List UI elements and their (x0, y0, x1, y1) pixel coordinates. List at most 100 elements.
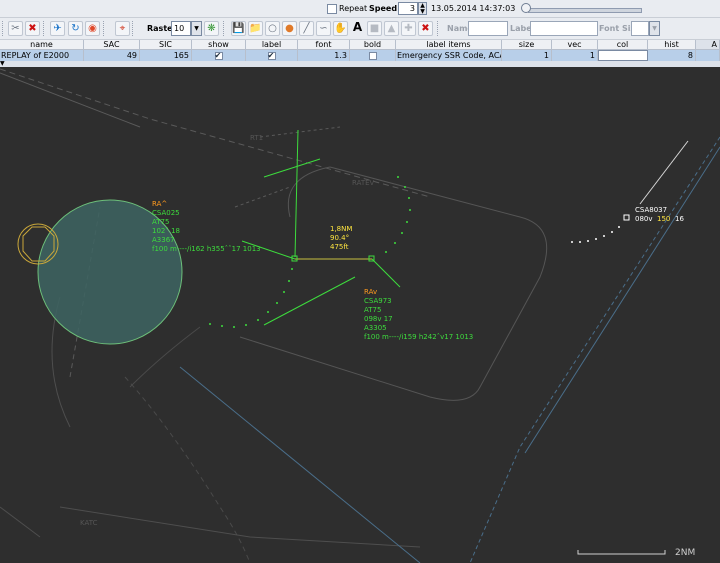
chevron-down-icon[interactable]: ▼ (649, 21, 660, 36)
vector-line (294, 129, 299, 258)
airway-line (179, 366, 421, 563)
track-label-ra-up[interactable]: RA^ CSA025 AT75 102ˆ 18 A3367 f100 m----… (152, 200, 261, 253)
cut-icon[interactable]: ✂ (8, 21, 23, 36)
cell-label-items[interactable]: Emergency SSR Code, ACA... (396, 50, 502, 61)
airspace-dashed-line (234, 186, 291, 208)
eraser-disabled-icon[interactable]: ▲ (384, 21, 399, 36)
speed-spinner-buttons[interactable]: ▲ ▼ (418, 2, 427, 15)
column-header-show[interactable]: show (192, 40, 246, 50)
color-wheel-icon[interactable]: ◉ (85, 21, 100, 36)
track-label-csa8037[interactable]: CSA8037 080v 150 16 (635, 206, 684, 223)
cell-sac[interactable]: 49 (84, 50, 140, 61)
airspace-line (0, 506, 41, 538)
source-table: name SAC SIC show label font bold label … (0, 40, 720, 61)
cell-label[interactable] (246, 50, 298, 61)
column-header-bold[interactable]: bold (350, 40, 396, 50)
aircraft-up-icon[interactable]: ✈ (50, 21, 65, 36)
move-disabled-icon[interactable]: ✚ (401, 21, 416, 36)
extended-label: f100 m----/i162 h355ˆˆ17 1013 (152, 245, 261, 253)
bold-checkbox[interactable] (368, 51, 377, 60)
cell-hist[interactable]: 8 (648, 50, 696, 61)
fill-disabled-icon[interactable]: ■ (367, 21, 382, 36)
save-icon[interactable]: 💾 (231, 21, 246, 36)
sector-racetrack (239, 166, 548, 401)
grid-crosshair-icon[interactable]: ⌖ (115, 21, 130, 36)
column-header-sac[interactable]: SAC (84, 40, 140, 50)
open-folder-icon[interactable]: 📁 (248, 21, 263, 36)
replay-slider-thumb[interactable] (521, 3, 531, 13)
vector-line (263, 276, 356, 326)
extended-label: f100 m----/i159 h242ˆv17 1013 (364, 333, 473, 341)
refresh-icon[interactable]: ↻ (68, 21, 83, 36)
radar-display[interactable]: RT1 RATEV KATC RA^ CSA025 AT75 102ˆ 18 A… (0, 67, 720, 563)
spinner-down-icon[interactable]: ▼ (419, 9, 426, 15)
sector-label-katc: KATC (80, 519, 98, 527)
callsign: CSA8037 (635, 206, 667, 214)
flight-level: 102ˆ 18 (152, 227, 180, 235)
sector-racetrack (287, 166, 331, 218)
label-field[interactable] (530, 21, 598, 36)
toolbar-separator (223, 21, 227, 36)
raster-size-combo[interactable]: 10 (171, 21, 191, 36)
toolbar-grip (2, 21, 6, 36)
line-tool-icon[interactable]: ╱ (299, 21, 314, 36)
leader-line (639, 140, 689, 205)
callsign: CSA973 (364, 297, 392, 305)
airway-line (469, 136, 720, 563)
column-header-label[interactable]: label (246, 40, 298, 50)
ground-speed: 16 (675, 215, 684, 223)
text-tool-icon[interactable]: A (350, 21, 365, 36)
hand-tool-icon[interactable]: ✋ (333, 21, 348, 36)
color-picker-icon[interactable]: ❋ (204, 21, 219, 36)
column-header-hist[interactable]: hist (648, 40, 696, 50)
cell-bold[interactable] (350, 50, 396, 61)
show-checkbox[interactable] (214, 50, 223, 61)
cell-font[interactable]: 1.3 (298, 50, 350, 61)
cell-vec[interactable]: 1 (552, 50, 598, 61)
track-history-dots (571, 226, 620, 243)
cell-name[interactable]: REPLAY of E2000 (0, 50, 84, 61)
replay-control-bar: Repeat Speed: 3 ▲ ▼ 13.05.2014 14:37:03 (0, 0, 720, 18)
column-header-vec[interactable]: vec (552, 40, 598, 50)
repeat-checkbox[interactable] (327, 4, 337, 14)
bearing: 90.4° (330, 234, 349, 242)
separation-readout: 1,8NM 90.4° 475ft (330, 225, 352, 251)
column-header-col[interactable]: col (598, 40, 648, 50)
collapse-arrow-icon[interactable]: ▼ (0, 60, 5, 67)
scale-bar (577, 550, 666, 555)
ssr-code: A3305 (364, 324, 387, 332)
main-toolbar: ✂ ✖ ✈ ↻ ◉ ⌖ Raster 10 ▼ ❋ 💾 📁 ○ ● ╱ ∽ ✋ … (0, 18, 720, 52)
ssr-code: A3367 (152, 236, 175, 244)
toolbar-separator (43, 21, 47, 36)
chevron-down-icon[interactable]: ▼ (191, 21, 202, 36)
replay-slider-track[interactable] (528, 8, 642, 13)
sector-label-rt1: RT1 (250, 134, 263, 142)
track-label-ra-down[interactable]: RAv CSA973 AT75 098v 17 A3305 f100 m----… (364, 288, 473, 341)
column-header-sic[interactable]: SIC (140, 40, 192, 50)
cell-size[interactable]: 1 (502, 50, 552, 61)
delete-red-x-icon[interactable]: ✖ (25, 21, 40, 36)
cell-a[interactable] (696, 50, 720, 61)
label-checkbox[interactable] (267, 50, 276, 61)
name-field[interactable] (468, 21, 508, 36)
cell-show[interactable] (192, 50, 246, 61)
cell-sic[interactable]: 165 (140, 50, 192, 61)
flight-level: 098v 17 (364, 315, 393, 323)
polyline-tool-icon[interactable]: ∽ (316, 21, 331, 36)
delete-drawing-icon[interactable]: ✖ (418, 21, 433, 36)
toolbar-separator (132, 21, 136, 36)
scale-label: 2NM (675, 548, 695, 558)
column-header-label-items[interactable]: label items (396, 40, 502, 50)
circle-tool-icon[interactable]: ○ (265, 21, 280, 36)
font-size-field[interactable] (631, 21, 649, 36)
flight-level: 080v (635, 215, 653, 223)
filled-circle-tool-icon[interactable]: ● (282, 21, 297, 36)
speed-spinner-field[interactable]: 3 (398, 2, 418, 15)
column-header-font[interactable]: font (298, 40, 350, 50)
column-header-a[interactable]: A (696, 40, 720, 50)
column-header-size[interactable]: size (502, 40, 552, 50)
aircraft-type: AT75 (364, 306, 381, 314)
aircraft-symbol[interactable] (623, 214, 630, 221)
cell-col[interactable] (598, 50, 648, 61)
column-header-name[interactable]: name (0, 40, 84, 50)
